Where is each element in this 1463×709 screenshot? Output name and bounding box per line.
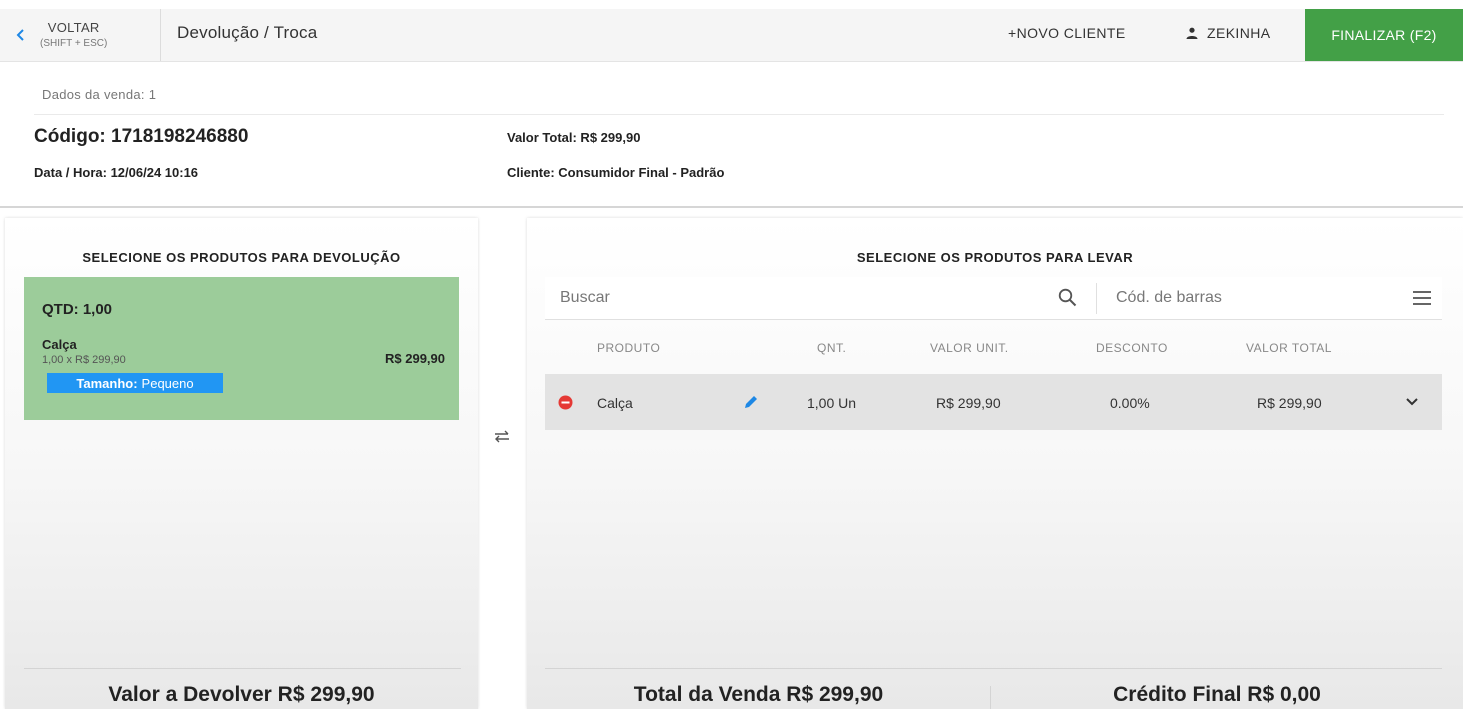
- sale-caption: Dados da venda: 1: [42, 87, 157, 102]
- take-panel-heading: SELECIONE OS PRODUTOS PARA LEVAR: [856, 250, 1134, 265]
- sale-datetime: Data / Hora: 12/06/24 10:16: [34, 165, 199, 180]
- menu-icon[interactable]: [1413, 290, 1431, 306]
- row-unit-value: R$ 299,90: [936, 395, 1001, 411]
- sale-client: Cliente: Consumidor Final - Padrão: [507, 165, 725, 180]
- user-menu[interactable]: ZEKINHA: [1186, 25, 1270, 41]
- row-qty: 1,00 Un: [807, 395, 857, 411]
- return-item-price: R$ 299,90: [385, 351, 445, 366]
- sale-total-value: Valor Total: R$ 299,90: [507, 130, 641, 145]
- return-amount: Valor a Devolver R$ 299,90: [108, 683, 375, 706]
- attribute-name: Tamanho:: [76, 375, 138, 391]
- column-header-total-value: VALOR TOTAL: [1246, 341, 1332, 355]
- return-item-qty: QTD: 1,00: [42, 301, 113, 318]
- table-row[interactable]: Calça 1,00 Un R$ 299,90 0.00% R$ 299,90: [545, 374, 1442, 430]
- back-button-text: VOLTAR (SHIFT + ESC): [40, 20, 108, 49]
- return-item-card[interactable]: QTD: 1,00 Calça 1,00 x R$ 299,90 R$ 299,…: [24, 277, 459, 420]
- return-panel-heading: SELECIONE OS PRODUTOS PARA DEVOLUÇÃO: [82, 250, 401, 265]
- column-header-qty: QNT.: [817, 341, 847, 355]
- finish-button[interactable]: FINALIZAR (F2): [1305, 9, 1463, 61]
- search-bar: [545, 277, 1442, 320]
- back-label: VOLTAR: [47, 20, 100, 36]
- person-icon: [1186, 27, 1198, 39]
- page-title: Devolução / Troca: [177, 23, 318, 42]
- search-separator: [1096, 283, 1097, 314]
- user-name: ZEKINHA: [1207, 25, 1271, 41]
- swap-icon[interactable]: [491, 425, 513, 447]
- row-discount: 0.00%: [1110, 395, 1150, 411]
- header-divider: [160, 9, 161, 61]
- row-total-value: R$ 299,90: [1257, 395, 1322, 411]
- column-header-discount: DESCONTO: [1096, 341, 1168, 355]
- sale-total-amount: Total da Venda R$ 299,90: [633, 683, 884, 706]
- sale-divider: [34, 114, 1444, 115]
- chevron-down-icon[interactable]: [1405, 397, 1419, 407]
- row-product: Calça: [597, 395, 633, 411]
- sale-code: Código: 1718198246880: [34, 126, 249, 147]
- return-item-detail: 1,00 x R$ 299,90: [42, 354, 126, 366]
- return-item-name: Calça: [42, 337, 77, 352]
- back-button[interactable]: VOLTAR (SHIFT + ESC): [14, 12, 107, 58]
- attribute-value: Pequeno: [141, 375, 194, 391]
- chevron-left-icon: [16, 29, 24, 41]
- top-bar: VOLTAR (SHIFT + ESC) Devolução / Troca +…: [0, 9, 1463, 62]
- return-products-panel: SELECIONE OS PRODUTOS PARA DEVOLUÇÃO QTD…: [5, 218, 478, 709]
- take-products-panel: SELECIONE OS PRODUTOS PARA LEVAR PRODUTO…: [527, 218, 1463, 709]
- size-attribute-badge: Tamanho: Pequeno: [47, 373, 223, 393]
- search-icon[interactable]: [1058, 288, 1077, 307]
- take-footer-divider: [545, 668, 1442, 669]
- column-header-unit-value: VALOR UNIT.: [930, 341, 1009, 355]
- barcode-input[interactable]: [1116, 289, 1366, 307]
- back-shortcut: (SHIFT + ESC): [40, 37, 108, 49]
- return-footer-divider: [24, 668, 461, 669]
- sale-info-card: Dados da venda: 1 Código: 1718198246880 …: [0, 64, 1463, 208]
- remove-icon[interactable]: [558, 395, 573, 410]
- column-header-product: PRODUTO: [597, 341, 661, 355]
- final-credit-amount: Crédito Final R$ 0,00: [1113, 683, 1321, 706]
- search-input[interactable]: [560, 289, 1040, 307]
- new-client-button[interactable]: +NOVO CLIENTE: [1008, 25, 1126, 41]
- edit-icon[interactable]: [743, 394, 759, 410]
